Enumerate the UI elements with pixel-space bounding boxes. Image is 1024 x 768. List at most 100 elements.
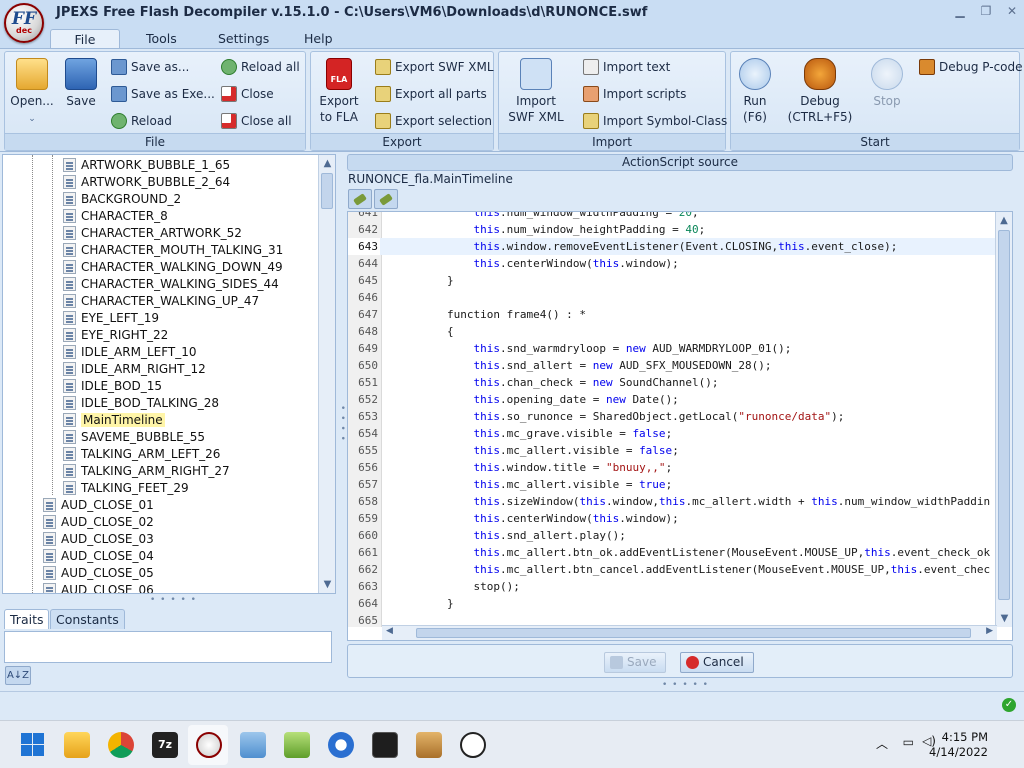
tree-item[interactable]: AUD_CLOSE_06: [43, 581, 154, 593]
scroll-up-icon[interactable]: ▲: [996, 212, 1012, 229]
package-app-icon[interactable]: [416, 732, 442, 758]
code-line[interactable]: 655 this.mc_allert.visible = false;: [348, 442, 996, 459]
tree-scrollbar[interactable]: ▲ ▼: [318, 155, 335, 593]
code-line[interactable]: 663 stop();: [348, 578, 996, 595]
reload-all-button[interactable]: Reload all: [221, 59, 300, 75]
file-explorer-icon[interactable]: [64, 732, 90, 758]
editor-hscrollbar[interactable]: ◀ ▶: [382, 625, 997, 640]
import-swf-xml-button[interactable]: Import SWF XML: [505, 58, 567, 125]
sort-az-icon[interactable]: A↓Z: [5, 666, 31, 685]
tree-item[interactable]: CHARACTER_WALKING_UP_47: [63, 292, 259, 309]
code-line[interactable]: 649 this.snd_warmdryloop = new AUD_WARMD…: [348, 340, 996, 357]
code-line[interactable]: 658 this.sizeWindow(this.window,this.mc_…: [348, 493, 996, 510]
tree-item[interactable]: ARTWORK_BUBBLE_2_64: [63, 173, 230, 190]
close-icon[interactable]: ✕: [1004, 4, 1020, 18]
clock[interactable]: 4:15 PM 4/14/2022: [929, 730, 988, 760]
editor-hscroll-thumb[interactable]: [416, 628, 971, 638]
tree-item[interactable]: AUD_CLOSE_02: [43, 513, 154, 530]
tree-item[interactable]: IDLE_ARM_LEFT_10: [63, 343, 197, 360]
restore-icon[interactable]: ❐: [978, 4, 994, 18]
tree-item[interactable]: AUD_CLOSE_03: [43, 530, 154, 547]
code-line[interactable]: 646: [348, 289, 996, 306]
ffdec-icon[interactable]: [196, 732, 222, 758]
tree-item[interactable]: ARTWORK_BUBBLE_1_65: [63, 156, 230, 173]
code-line[interactable]: 657 this.mc_allert.visible = true;: [348, 476, 996, 493]
tree-item[interactable]: EYE_LEFT_19: [63, 309, 159, 326]
scroll-down-icon[interactable]: ▼: [319, 576, 335, 593]
edit-tag-icon[interactable]: [374, 189, 398, 209]
tree-item[interactable]: CHARACTER_WALKING_DOWN_49: [63, 258, 283, 275]
tree-item[interactable]: CHARACTER_8: [63, 207, 168, 224]
windows-start-icon[interactable]: [20, 732, 46, 758]
code-line[interactable]: 641 this.num_window_widthPadding = 20;: [348, 212, 996, 221]
tree-item[interactable]: BACKGROUND_2: [63, 190, 181, 207]
export-selection-button[interactable]: Export selection: [375, 113, 492, 129]
code-line[interactable]: 660 this.snd_allert.play();: [348, 527, 996, 544]
code-line[interactable]: 648 {: [348, 323, 996, 340]
save-as-button[interactable]: Save as...: [111, 59, 189, 75]
tree-item[interactable]: AUD_CLOSE_05: [43, 564, 154, 581]
reload-button[interactable]: Reload: [111, 113, 172, 129]
tree-item[interactable]: IDLE_ARM_RIGHT_12: [63, 360, 206, 377]
tree-item[interactable]: CHARACTER_ARTWORK_52: [63, 224, 242, 241]
close-all-button[interactable]: Close all: [221, 113, 292, 129]
traits-list[interactable]: [4, 631, 332, 663]
pico-app-icon[interactable]: [460, 732, 486, 758]
code-line[interactable]: 653 this.so_runonce = SharedObject.getLo…: [348, 408, 996, 425]
scroll-right-icon[interactable]: ▶: [986, 626, 993, 636]
code-editor[interactable]: 641 this.num_window_widthPadding = 20; 64…: [347, 211, 1013, 641]
tree-item[interactable]: SAVEME_BUBBLE_55: [63, 428, 205, 445]
minimize-icon[interactable]: ▁: [952, 4, 968, 18]
stop-button[interactable]: Stop: [867, 58, 907, 109]
export-fla-button[interactable]: FLA Export to FLA: [317, 58, 361, 125]
editor-vscrollbar[interactable]: ▲ ▼: [995, 212, 1012, 627]
debug-button[interactable]: Debug (CTRL+F5): [787, 58, 853, 125]
tree-item[interactable]: IDLE_BOD_TALKING_28: [63, 394, 219, 411]
code-line[interactable]: 645 }: [348, 272, 996, 289]
close-button[interactable]: Close: [221, 86, 274, 102]
code-line[interactable]: 664 }: [348, 595, 996, 612]
tab-traits[interactable]: Traits: [4, 609, 50, 629]
tree-item[interactable]: AUD_CLOSE_04: [43, 547, 154, 564]
browser-app-icon[interactable]: [328, 732, 354, 758]
code-line[interactable]: 661 this.mc_allert.btn_ok.addEventListen…: [348, 544, 996, 561]
scroll-down-icon[interactable]: ▼: [996, 610, 1012, 627]
scroll-left-icon[interactable]: ◀: [386, 626, 393, 636]
cancel-button[interactable]: Cancel: [680, 652, 754, 673]
app-logo[interactable]: FF dec: [4, 3, 44, 43]
debug-pcode-button[interactable]: Debug P-code: [919, 59, 1023, 75]
tree-item[interactable]: CHARACTER_MOUTH_TALKING_31: [63, 241, 283, 258]
tree-scroll-thumb[interactable]: [321, 173, 333, 209]
tree-item[interactable]: TALKING_ARM_RIGHT_27: [63, 462, 230, 479]
splitter-handle[interactable]: • • • •: [337, 405, 347, 442]
code-line[interactable]: 662 this.mc_allert.btn_cancel.addEventLi…: [348, 561, 996, 578]
editor-scroll-thumb[interactable]: [998, 230, 1010, 600]
import-symbol-class-button[interactable]: Import Symbol-Class: [583, 113, 727, 129]
import-text-button[interactable]: Import text: [583, 59, 670, 75]
run-button[interactable]: Run (F6): [735, 58, 775, 125]
export-all-parts-button[interactable]: Export all parts: [375, 86, 487, 102]
export-swf-xml-button[interactable]: Export SWF XML: [375, 59, 494, 75]
network-icon[interactable]: ▭: [903, 735, 914, 749]
code-line[interactable]: 647 function frame4() : *: [348, 306, 996, 323]
code-line[interactable]: 644 this.centerWindow(this.window);: [348, 255, 996, 272]
terminal-icon[interactable]: [372, 732, 398, 758]
save-as-exe-button[interactable]: Save as Exe...: [111, 86, 215, 102]
code-line[interactable]: 656 this.window.title = "bnuuy,,";: [348, 459, 996, 476]
tree-item[interactable]: MainTimeline: [63, 411, 165, 428]
tree-item[interactable]: TALKING_FEET_29: [63, 479, 189, 496]
notepad-plus-icon[interactable]: [284, 732, 310, 758]
code-line[interactable]: 654 this.mc_grave.visible = false;: [348, 425, 996, 442]
7zip-icon[interactable]: 7z: [152, 732, 178, 758]
tab-settings[interactable]: Settings: [212, 29, 275, 49]
tree-item[interactable]: EYE_RIGHT_22: [63, 326, 168, 343]
save-code-button[interactable]: Save: [604, 652, 667, 673]
tree-item[interactable]: IDLE_BOD_15: [63, 377, 162, 394]
import-scripts-button[interactable]: Import scripts: [583, 86, 686, 102]
scroll-up-icon[interactable]: ▲: [319, 155, 335, 172]
swf-tree[interactable]: ARTWORK_BUBBLE_1_65 ARTWORK_BUBBLE_2_64 BA…: [2, 154, 336, 594]
tab-tools[interactable]: Tools: [140, 29, 183, 49]
image-viewer-icon[interactable]: [240, 732, 266, 758]
code-line[interactable]: 652 this.opening_date = new Date();: [348, 391, 996, 408]
code-line[interactable]: 650 this.snd_allert = new AUD_SFX_MOUSED…: [348, 357, 996, 374]
